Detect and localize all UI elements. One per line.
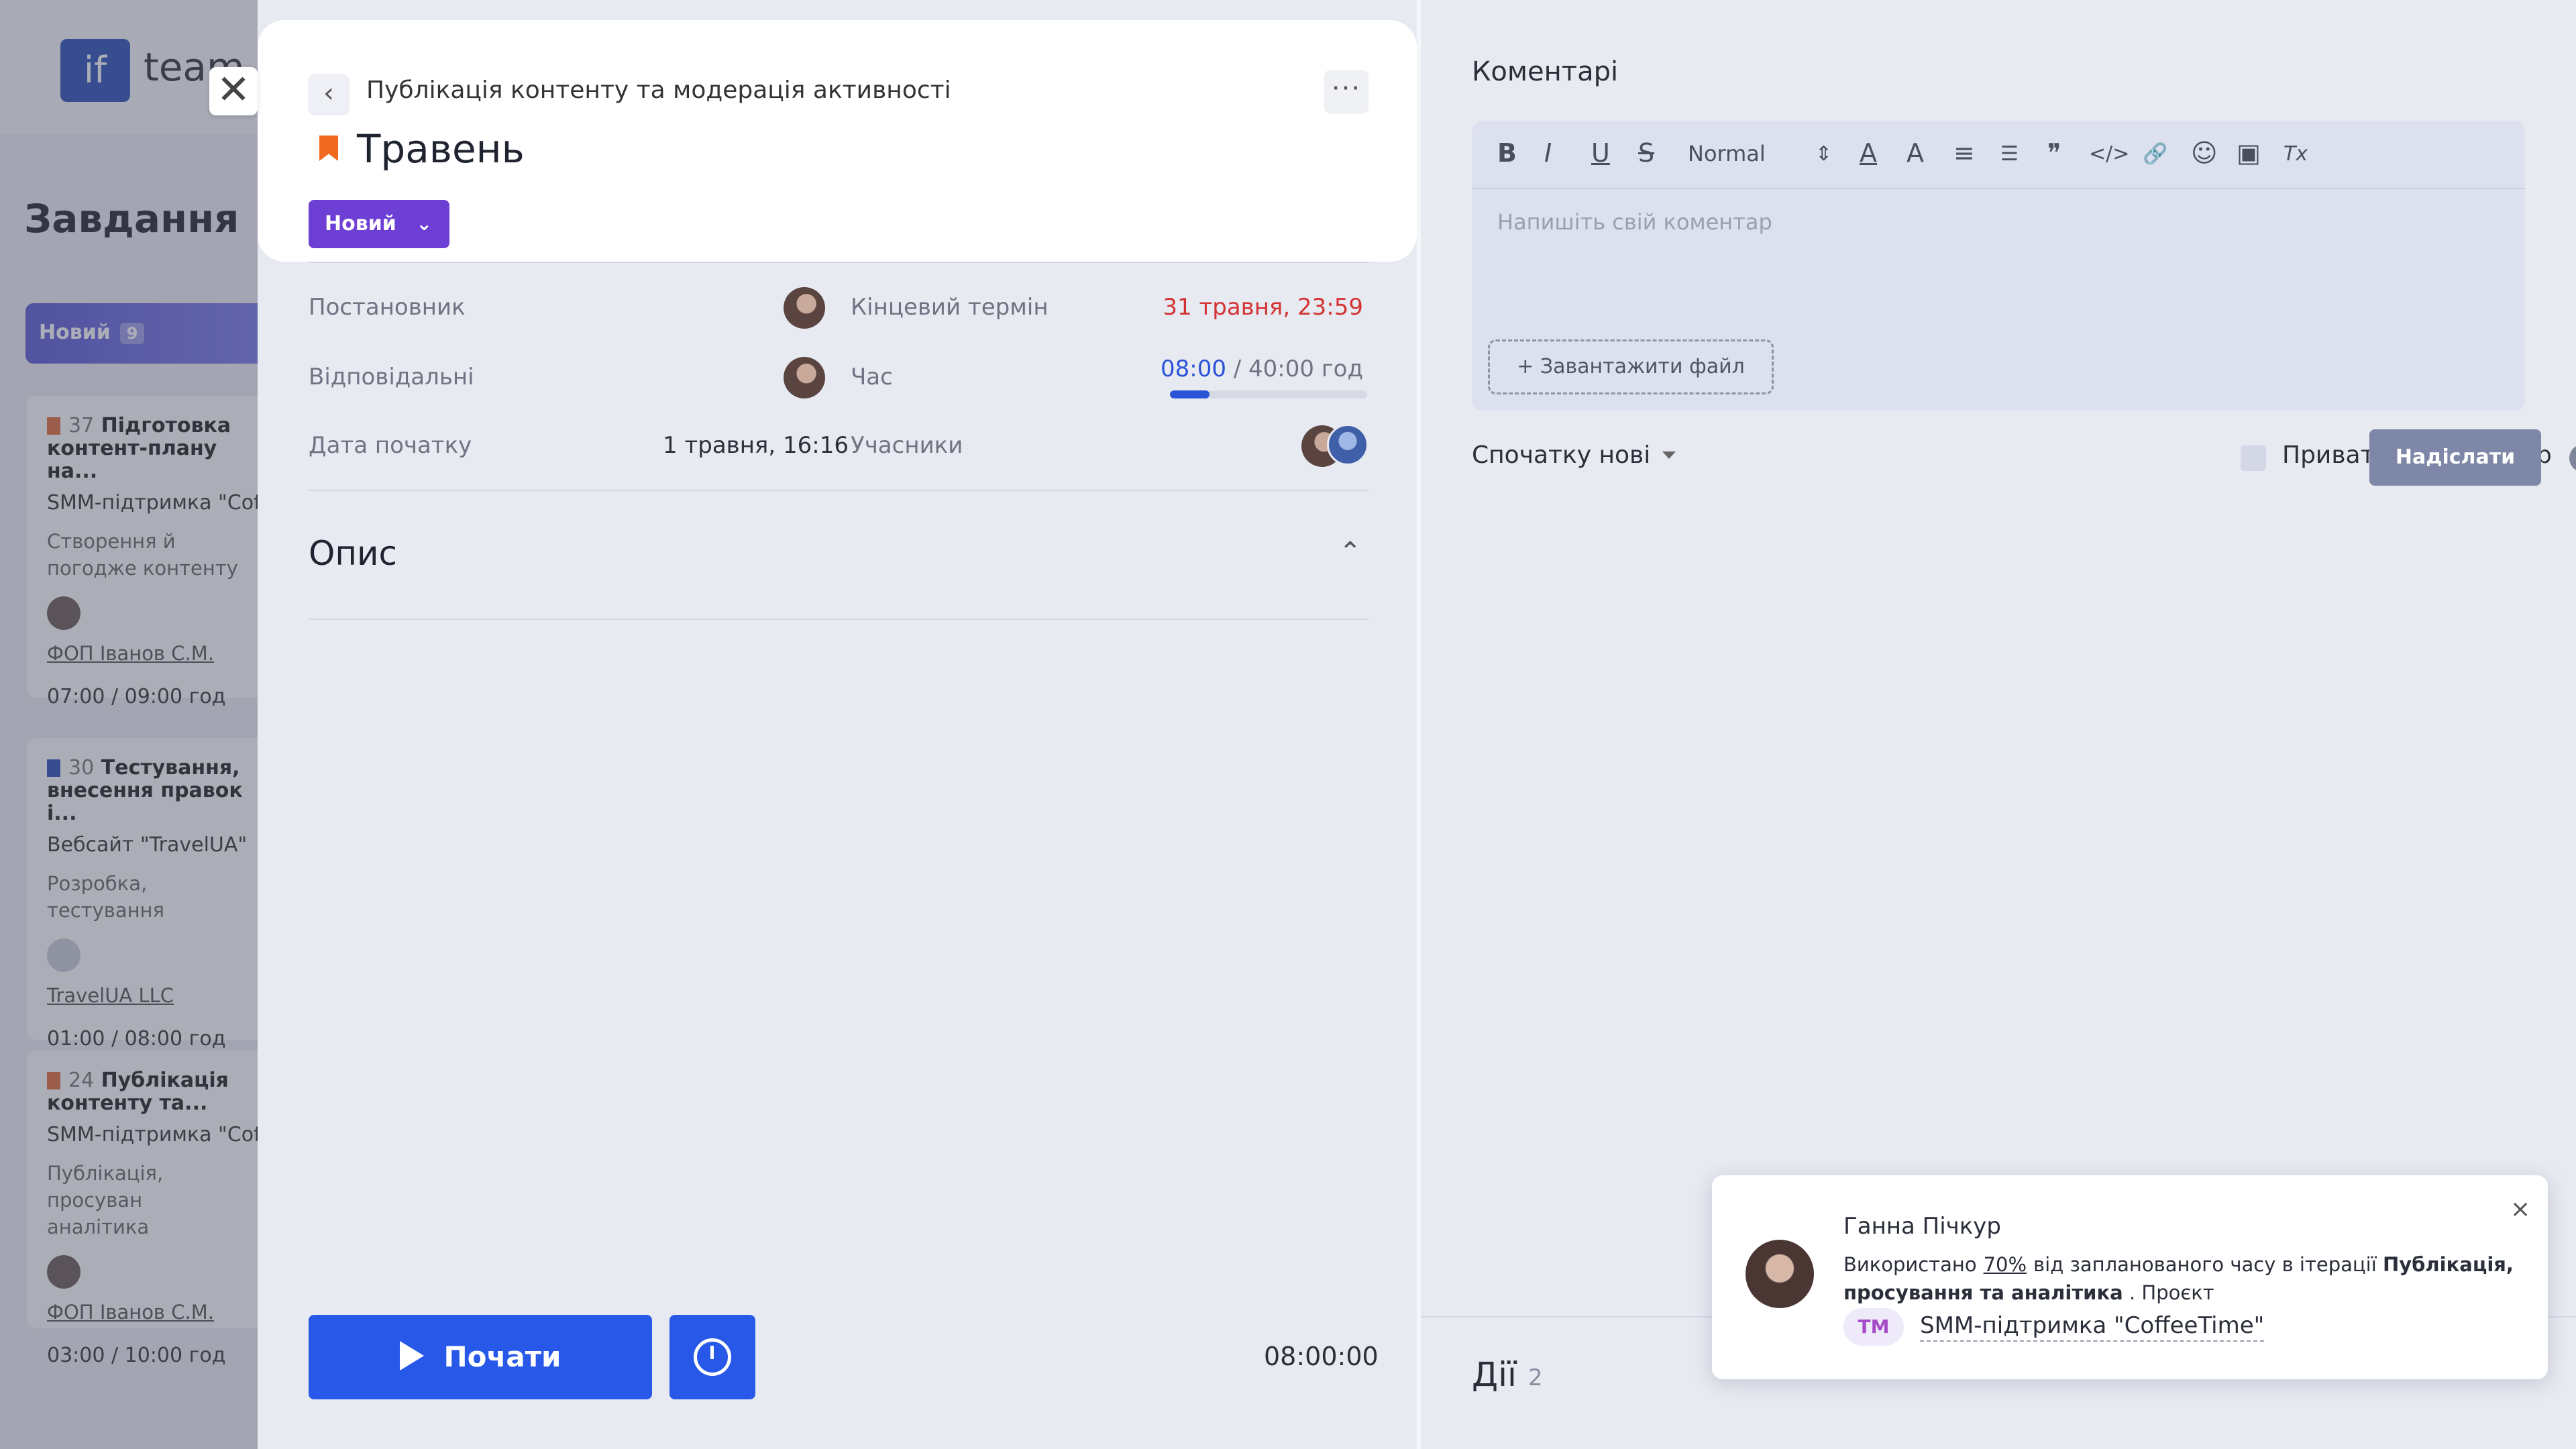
ordered-list-icon[interactable]: ≡ [1953, 138, 1975, 168]
sort-dropdown[interactable]: Спочатку нові [1472, 441, 1676, 469]
time-progress-bar [1170, 390, 1367, 398]
time-used: 08:00 [1160, 356, 1226, 382]
divider [309, 262, 1368, 263]
responsible-label: Відповідальні [309, 364, 474, 390]
notification-message: Використано 70% від запланованого часу в і… [1843, 1250, 2514, 1307]
time-progress-fill [1170, 390, 1210, 398]
participant-avatar[interactable] [1327, 424, 1368, 466]
start-date-label: Дата початку [309, 432, 472, 459]
close-icon[interactable]: × [2510, 1195, 2530, 1223]
message-prefix: Використано [1843, 1253, 1977, 1276]
send-button[interactable]: Надіслати [2369, 429, 2541, 486]
time-total: / 40:00 год [1226, 356, 1363, 382]
responsible-avatar[interactable] [784, 357, 825, 398]
deadline-value[interactable]: 31 травня, 23:59 [1163, 294, 1363, 321]
comment-editor: B I U S Normal ⇕ A A ≡ ☰ ❞ </> 🔗 ☺ ▣ Tx … [1472, 121, 2525, 411]
background-color-icon[interactable]: A [1907, 138, 1924, 168]
strikethrough-button[interactable]: S [1638, 138, 1654, 168]
time-log-button[interactable] [669, 1315, 755, 1399]
editor-toolbar: B I U S Normal ⇕ A A ≡ ☰ ❞ </> 🔗 ☺ ▣ Tx [1472, 121, 2525, 189]
time-value[interactable]: 08:00 / 40:00 год [1161, 356, 1363, 382]
comment-input[interactable]: Напишіть свій коментар [1497, 209, 1772, 235]
time-label: Час [851, 364, 893, 390]
more-options-button[interactable]: ··· [1324, 70, 1368, 114]
start-date-value[interactable]: 1 травня, 16:16 [663, 432, 849, 459]
quote-icon[interactable]: ❞ [2047, 138, 2061, 168]
close-panel-button[interactable]: ✕ [209, 67, 258, 115]
status-dropdown[interactable]: Новий ⌄ [309, 200, 449, 248]
start-timer-button[interactable]: Почати [309, 1315, 652, 1399]
divider [309, 619, 1368, 620]
deadline-label: Кінцевий термін [851, 294, 1049, 321]
chevron-up-icon[interactable]: ⌃ [1339, 537, 1362, 568]
format-select-arrows-icon: ⇕ [1815, 142, 1833, 166]
message-suffix: . Проєкт [2129, 1281, 2214, 1304]
timer-display: 08:00:00 [1264, 1342, 1379, 1371]
info-icon[interactable]: ! [2569, 444, 2576, 472]
project-link[interactable]: SMM-підтримка "CoffeeTime" [1920, 1312, 2265, 1342]
notification-avatar [1746, 1240, 1814, 1308]
clear-format-icon[interactable]: Tx [2284, 142, 2308, 166]
task-header: ‹ Публікація контенту та модерація актив… [258, 20, 1417, 262]
project-chip: TM [1843, 1308, 1904, 1346]
play-icon [399, 1341, 424, 1371]
message-percent: 70% [1983, 1253, 2027, 1276]
emoji-icon[interactable]: ☺ [2191, 138, 2218, 168]
task-details-pane: ‹ Публікація контенту та модерація актив… [258, 0, 1417, 1449]
code-icon[interactable]: </> [2089, 142, 2129, 166]
image-icon[interactable]: ▣ [2237, 138, 2261, 168]
divider [309, 490, 1368, 491]
upload-file-button[interactable]: + Завантажити файл [1488, 339, 1774, 394]
comments-title: Коментарі [1472, 56, 1619, 87]
description-title[interactable]: Опис [309, 534, 397, 573]
link-icon[interactable]: 🔗 [2143, 142, 2167, 166]
private-comment-checkbox[interactable] [2241, 445, 2266, 471]
assigner-label: Постановник [309, 294, 466, 321]
start-button-label: Почати [443, 1340, 561, 1373]
actions-title[interactable]: Дії [1472, 1355, 1517, 1394]
chevron-down-icon: ⌄ [416, 213, 432, 235]
notification-toast: Ганна Пічкур Використано 70% від запланова… [1712, 1175, 2548, 1379]
status-label: Новий [325, 212, 396, 235]
notification-author: Ганна Пічкур [1843, 1213, 2002, 1240]
task-title[interactable]: Травень [357, 126, 525, 172]
breadcrumb[interactable]: Публікація контенту та модерація активно… [366, 76, 951, 104]
priority-bookmark-icon [319, 136, 338, 161]
participants-label: Учасники [851, 432, 963, 459]
caret-down-icon [1662, 451, 1676, 459]
assigner-avatar[interactable] [784, 287, 825, 329]
back-button[interactable]: ‹ [308, 74, 350, 115]
format-select[interactable]: Normal [1688, 141, 1766, 166]
actions-count: 2 [1528, 1364, 1543, 1391]
underline-button[interactable]: U [1591, 138, 1610, 168]
bullet-list-icon[interactable]: ☰ [2000, 142, 2019, 166]
text-color-icon[interactable]: A [1860, 138, 1877, 168]
sort-label: Спочатку нові [1472, 441, 1651, 469]
italic-button[interactable]: I [1544, 138, 1552, 168]
bold-button[interactable]: B [1497, 138, 1517, 168]
message-middle: від запланованого часу в ітерації [2033, 1253, 2377, 1276]
